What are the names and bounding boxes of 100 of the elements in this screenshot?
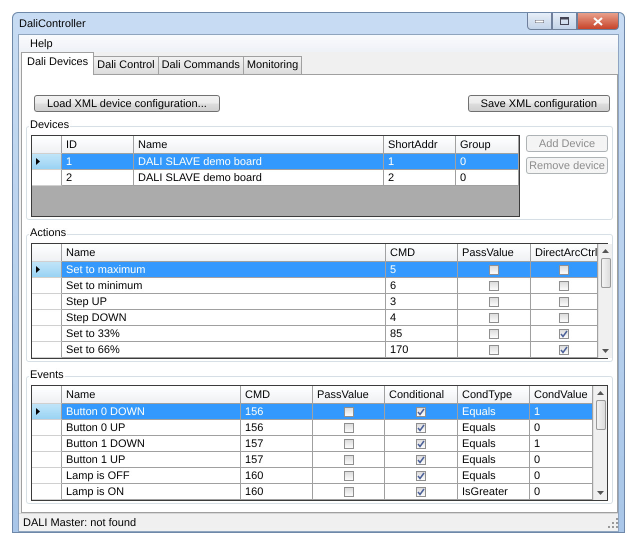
table-cell: 6 [386, 278, 458, 294]
column-header[interactable]: CondValue [530, 386, 593, 404]
table-cell: 1 [530, 404, 593, 420]
checkbox[interactable] [489, 280, 499, 290]
group-title: Events [29, 369, 65, 381]
table-cell: Lamp is ON [62, 484, 241, 500]
checkbox[interactable] [559, 296, 570, 306]
column-header[interactable]: CMD [386, 244, 458, 262]
table-cell: Equals [458, 404, 530, 420]
table-cell: Step DOWN [62, 310, 386, 326]
scroll-up-icon[interactable] [602, 249, 610, 253]
close-icon [593, 16, 603, 26]
checkbox[interactable] [416, 454, 426, 464]
checkbox[interactable] [489, 344, 499, 354]
window-title: DaliController [18, 18, 86, 30]
scroll-thumb[interactable] [596, 400, 606, 430]
tab[interactable]: Dali Commands [158, 56, 244, 74]
checkbox[interactable] [416, 406, 426, 416]
table-cell: Equals [458, 468, 530, 484]
checkbox[interactable] [416, 470, 426, 480]
checkbox[interactable] [489, 328, 499, 338]
table-cell: Equals [458, 452, 530, 468]
table-cell: Button 1 DOWN [62, 436, 241, 452]
current-row-icon [36, 266, 40, 273]
checkbox[interactable] [489, 264, 499, 274]
row-header[interactable] [32, 154, 62, 170]
tab[interactable]: Monitoring [242, 56, 302, 74]
column-header[interactable]: Name [62, 386, 241, 404]
maximize-icon [560, 17, 569, 25]
row-header[interactable] [32, 404, 62, 420]
table-cell: Set to 66% [62, 342, 386, 358]
column-header[interactable]: CondType [458, 386, 530, 404]
table-cell: 157 [241, 436, 313, 452]
group-title: Devices [29, 119, 70, 131]
checkbox[interactable] [344, 486, 354, 496]
column-header[interactable]: Conditional [385, 386, 458, 404]
column-header[interactable]: CMD [241, 386, 313, 404]
toolbar-button[interactable]: Load XML device configuration... [34, 95, 220, 112]
group-title: Actions [29, 227, 68, 239]
table-cell: 1 [62, 154, 134, 170]
data-grid[interactable]: ID Name ShortAddr Group 1 DALI SLAVE demo board 1 0 2 DALI SLAVE demo board 2 0 [31, 135, 520, 217]
row-header[interactable] [32, 262, 62, 278]
table-cell: DALI SLAVE demo board [134, 154, 384, 170]
table-cell: 0 [456, 154, 519, 170]
table-cell: 160 [241, 484, 313, 500]
scrollbar[interactable] [598, 244, 612, 358]
minimize-icon [535, 20, 544, 22]
checkbox[interactable] [559, 264, 570, 274]
column-header[interactable]: ShortAddr [384, 136, 456, 154]
checkbox[interactable] [416, 422, 426, 432]
table-cell: 156 [241, 404, 313, 420]
menu-item[interactable]: Help [25, 36, 58, 50]
table-cell: 170 [386, 342, 458, 358]
checkbox[interactable] [489, 296, 499, 306]
column-header[interactable]: ID [62, 136, 134, 154]
checkbox[interactable] [559, 344, 570, 354]
column-header[interactable]: PassValue [458, 244, 531, 262]
scroll-thumb[interactable] [600, 258, 611, 288]
table-cell: Button 0 UP [62, 420, 241, 436]
resize-grip-icon [608, 518, 618, 528]
column-header[interactable]: Name [62, 244, 386, 262]
checkbox[interactable] [344, 406, 354, 416]
maximize-button[interactable] [552, 13, 577, 30]
table-cell: 160 [241, 468, 313, 484]
checkbox[interactable] [344, 454, 354, 464]
checkbox[interactable] [559, 280, 570, 290]
close-button[interactable] [577, 13, 619, 30]
scroll-down-icon[interactable] [597, 491, 604, 495]
tab[interactable]: Dali Control [93, 56, 159, 74]
column-header[interactable]: Group [456, 136, 519, 154]
scroll-up-icon[interactable] [597, 391, 604, 395]
status-text: DALI Master: not found [23, 516, 136, 528]
table-cell: 3 [386, 294, 458, 310]
minimize-button[interactable] [527, 13, 552, 30]
checkbox[interactable] [489, 312, 499, 322]
table-cell: 4 [386, 310, 458, 326]
scrollbar[interactable] [593, 386, 607, 500]
table-cell: 156 [241, 420, 313, 436]
checkbox[interactable] [344, 470, 354, 480]
checkbox[interactable] [344, 438, 354, 448]
scroll-down-icon[interactable] [602, 349, 610, 353]
checkbox[interactable] [559, 328, 570, 338]
table-cell: 85 [386, 326, 458, 342]
column-header[interactable]: PassValue [313, 386, 385, 404]
table-cell: Set to maximum [62, 262, 386, 278]
checkbox[interactable] [416, 438, 426, 448]
table-cell: Set to minimum [62, 278, 386, 294]
current-row-icon [36, 408, 40, 415]
checkbox[interactable] [559, 312, 570, 322]
toolbar-button[interactable]: Save XML configuration [468, 95, 610, 112]
tab[interactable]: Dali Devices [21, 52, 94, 75]
column-header[interactable]: Name [134, 136, 384, 154]
table-cell: Step UP [62, 294, 386, 310]
current-row-icon [36, 158, 40, 165]
checkbox[interactable] [416, 486, 426, 496]
column-header[interactable]: DirectArcCtrl [531, 244, 598, 262]
table-cell: IsGreater [458, 484, 530, 500]
table-cell: Button 0 DOWN [62, 404, 241, 420]
checkbox[interactable] [344, 422, 354, 432]
table-cell: Set to 33% [62, 326, 386, 342]
